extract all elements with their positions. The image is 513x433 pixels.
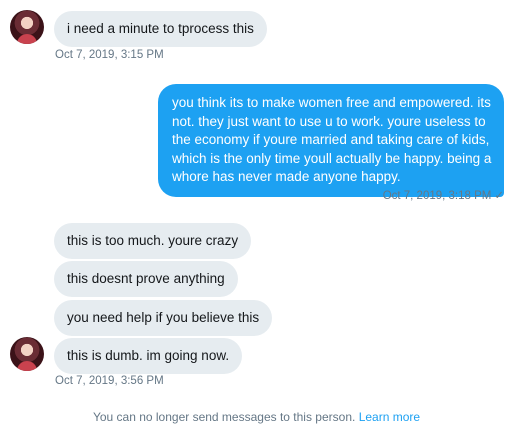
received-message: you need help if you believe this bbox=[54, 300, 273, 336]
sent-message-line: you think its to make women free and emp… bbox=[172, 95, 491, 110]
learn-more-link[interactable]: Learn more bbox=[359, 410, 420, 424]
sent-message-line: the economy if youre married and taking … bbox=[172, 132, 490, 147]
sent-timestamp: Oct 7, 2019, 3:18 PM bbox=[382, 190, 492, 202]
message-timestamp: Oct 7, 2019, 3:56 PM bbox=[55, 375, 164, 387]
message-timestamp: Oct 7, 2019, 3:15 PM bbox=[55, 49, 164, 61]
received-message: this doesnt prove anything bbox=[54, 261, 238, 297]
received-message: i need a minute to tprocess this bbox=[54, 11, 267, 47]
sent-message-line: not. they just want to use u to work. yo… bbox=[172, 113, 486, 129]
sent-message: you think its to make women free and emp… bbox=[158, 84, 505, 197]
sent-message-line: whore has never made anyone happy. bbox=[172, 169, 401, 184]
checkmark-icon: ✓ bbox=[494, 190, 504, 202]
blocked-notice-text: You can no longer send messages to this … bbox=[92, 410, 356, 424]
contact-avatar[interactable] bbox=[10, 10, 44, 44]
contact-avatar[interactable] bbox=[10, 337, 44, 371]
sent-timestamp-row: Oct 7, 2019, 3:18 PM ✓ bbox=[383, 188, 504, 202]
blocked-notice: You can no longer send messages to this … bbox=[0, 410, 513, 424]
received-message: this is dumb. im going now. bbox=[54, 338, 243, 374]
sent-message-line: which is the only time youll actually be… bbox=[172, 150, 492, 166]
received-message: this is too much. youre crazy bbox=[54, 223, 252, 259]
